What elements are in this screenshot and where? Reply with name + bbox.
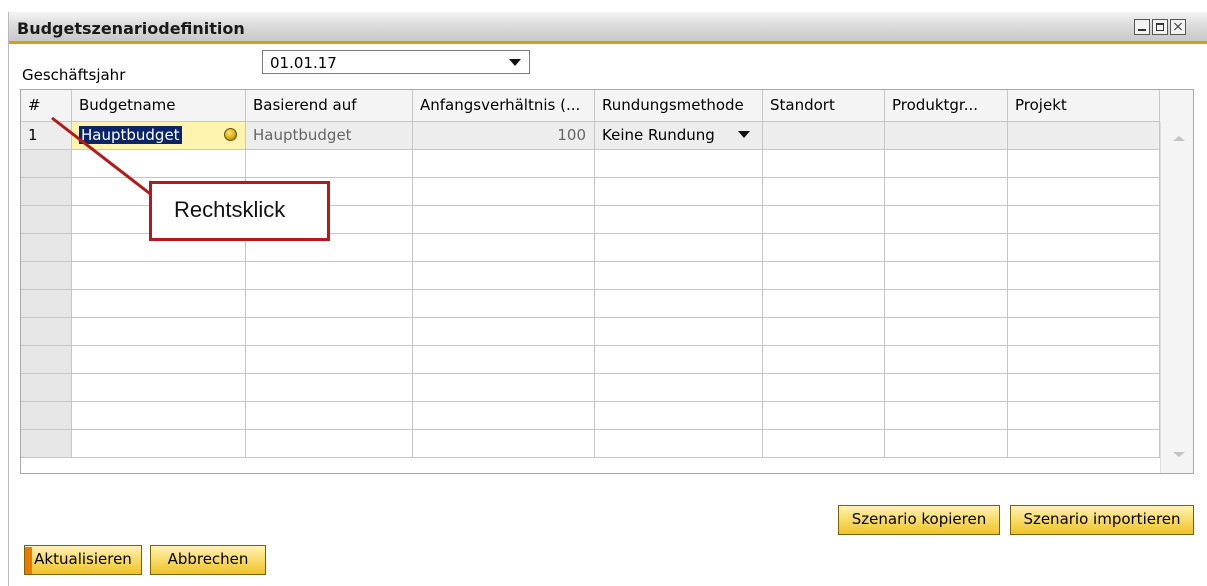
annotation-box: Rechtsklick (149, 181, 330, 241)
annotation-arrow-line (51, 116, 154, 198)
annotation-arrow (51, 116, 154, 198)
annotation-text: Rechtsklick (174, 197, 286, 222)
